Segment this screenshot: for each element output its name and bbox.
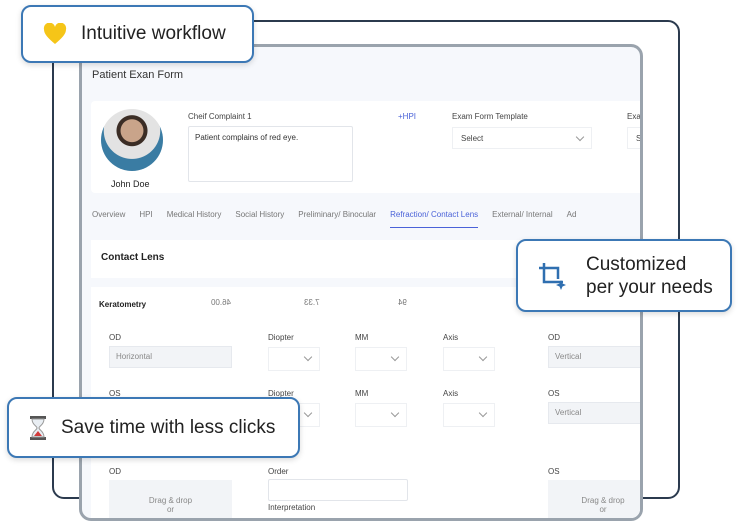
template-select[interactable]: Select <box>452 127 592 149</box>
callout-text: Intuitive workflow <box>81 23 226 44</box>
callout-text: Customized per your needs <box>586 253 713 299</box>
patient-panel: John Doe Cheif Complaint 1 Patient compl… <box>91 101 642 193</box>
chevron-down-icon <box>575 132 585 142</box>
callout-text: Save time with less clicks <box>61 416 276 438</box>
tab-preliminary[interactable]: Preliminary/ Binocular <box>298 210 376 219</box>
tab-overview[interactable]: Overview <box>92 210 125 219</box>
complaint-textarea[interactable]: Patient complains of red eye. <box>188 126 353 182</box>
drag-drop-text: Drag & drop <box>148 496 193 505</box>
order-label: Order <box>268 467 289 476</box>
od-horizontal-input[interactable]: Horizontal <box>109 346 232 368</box>
exam-value: Se <box>636 134 642 143</box>
keratometry-value: 94 <box>398 298 407 307</box>
patient-name: John Doe <box>111 179 150 189</box>
interpretation-label: Interpretation <box>268 503 316 512</box>
axis-label: Axis <box>443 333 459 342</box>
order-input[interactable] <box>268 479 408 501</box>
tab-external[interactable]: External/ Internal <box>492 210 552 219</box>
add-hpi-link[interactable]: +HPI <box>398 112 416 121</box>
od-mm-select[interactable] <box>355 347 407 371</box>
hourglass-icon <box>30 415 46 440</box>
od-diopter-select[interactable] <box>268 347 320 371</box>
or-text: or <box>599 505 607 514</box>
exam-select[interactable]: Se <box>627 127 642 149</box>
keratometry-label: Keratometry <box>99 300 147 309</box>
tab-bar: Overview HPI Medical History Social History… <box>92 210 590 228</box>
callout-line: per your needs <box>586 276 713 298</box>
os-mm-select[interactable] <box>355 403 407 427</box>
od-label: OD <box>109 333 121 342</box>
tab-medical-history[interactable]: Medical History <box>167 210 222 219</box>
keratometry-value: 46.00 <box>211 298 232 307</box>
callout-save-time: Save time with less clicks <box>7 397 300 458</box>
os-label-2: OS <box>548 389 560 398</box>
template-label: Exam Form Template <box>452 112 528 121</box>
drag-drop-text: Drag & drop <box>581 496 625 505</box>
callout-customized: Customized per your needs <box>516 239 732 312</box>
od-dropzone[interactable]: Drag & drop or <box>109 480 232 518</box>
tab-hpi[interactable]: HPI <box>139 210 152 219</box>
mm-label: MM <box>355 389 369 398</box>
od-label-2: OD <box>548 333 560 342</box>
os-axis-select[interactable] <box>443 403 495 427</box>
tab-social-history[interactable]: Social History <box>235 210 284 219</box>
mm-label: MM <box>355 333 369 342</box>
callout-line: Customized <box>586 253 687 275</box>
tab-more[interactable]: Ad <box>567 210 577 219</box>
chevron-down-icon <box>303 352 313 362</box>
os-vertical-input[interactable]: Vertical <box>548 402 640 424</box>
axis-label: Axis <box>443 389 459 398</box>
crop-sparkle-icon <box>539 262 566 290</box>
chevron-down-icon <box>478 408 488 418</box>
exam-label: Exa <box>627 112 641 121</box>
keratometry-value: 7.33 <box>304 298 320 307</box>
od-axis-select[interactable] <box>443 347 495 371</box>
page-title: Patient Exan Form <box>92 69 184 81</box>
chevron-down-icon <box>478 352 488 362</box>
os-upload-label: OS <box>548 467 560 476</box>
chevron-down-icon <box>390 352 400 362</box>
os-dropzone[interactable]: Drag & drop or <box>548 480 640 518</box>
od-vertical-input[interactable]: Vertical <box>548 346 640 368</box>
diopter-label: Diopter <box>268 333 294 342</box>
heart-icon <box>43 23 67 44</box>
or-text: or <box>166 505 175 514</box>
template-value: Select <box>461 134 484 143</box>
od-upload-label: OD <box>109 467 121 476</box>
chevron-down-icon <box>303 408 313 418</box>
chevron-down-icon <box>390 408 400 418</box>
tab-refraction[interactable]: Refraction/ Contact Lens <box>390 210 479 228</box>
callout-intuitive-workflow: Intuitive workflow <box>21 5 254 63</box>
complaint-label: Cheif Complaint 1 <box>188 112 252 121</box>
avatar <box>101 109 163 171</box>
